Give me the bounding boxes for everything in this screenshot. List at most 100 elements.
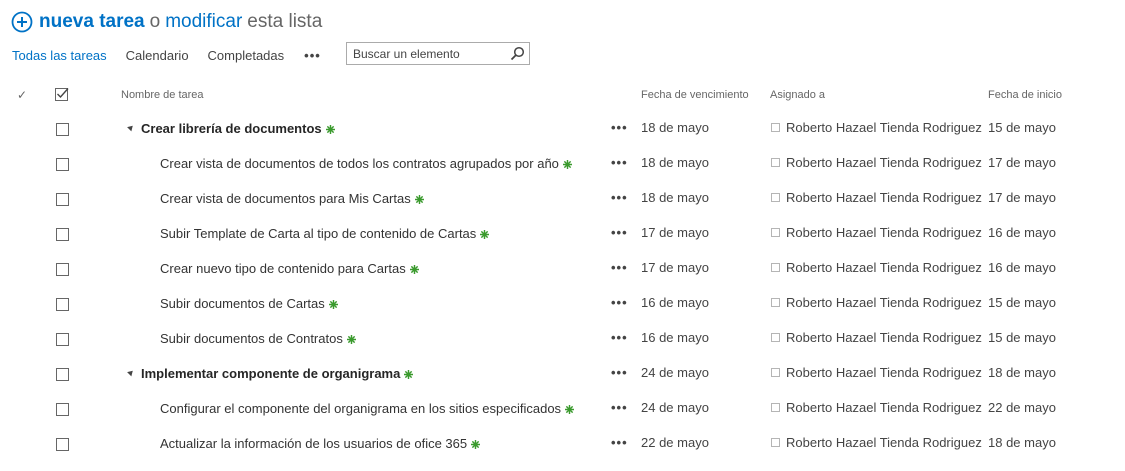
more-views-button[interactable]: ••• <box>304 48 321 63</box>
row-checkbox[interactable] <box>56 298 69 311</box>
start-date: 18 de mayo <box>988 365 1056 380</box>
assigned-user-link[interactable]: Roberto Hazael Tienda Rodriguez <box>786 190 982 205</box>
task-title-link[interactable]: Crear librería de documentos <box>141 121 335 136</box>
new-item-icon <box>471 440 481 450</box>
collapse-caret-icon[interactable] <box>127 368 135 377</box>
task-title-text[interactable]: Actualizar la información de los usuario… <box>160 436 467 451</box>
task-title-text[interactable]: Configurar el componente del organigrama… <box>160 401 561 416</box>
row-checkbox[interactable] <box>56 333 69 346</box>
item-menu-button[interactable]: ••• <box>611 120 628 135</box>
new-item-icon <box>325 125 335 135</box>
row-checkbox[interactable] <box>56 263 69 276</box>
assigned-user-link[interactable]: Roberto Hazael Tienda Rodriguez <box>786 330 982 345</box>
new-task-link[interactable]: nueva tarea <box>39 11 145 33</box>
start-date: 15 de mayo <box>988 120 1056 135</box>
due-date: 16 de mayo <box>641 295 709 310</box>
presence-icon <box>771 158 780 167</box>
due-date: 18 de mayo <box>641 190 709 205</box>
new-item-icon <box>346 335 356 345</box>
task-title-link[interactable]: Crear vista de documentos de todos los c… <box>160 156 572 171</box>
search-icon[interactable] <box>510 46 525 61</box>
task-row[interactable]: Crear nuevo tipo de contenido para Carta… <box>0 260 1125 295</box>
assigned-user-link[interactable]: Roberto Hazael Tienda Rodriguez <box>786 260 982 275</box>
row-checkbox[interactable] <box>56 158 69 171</box>
assigned-to: Roberto Hazael Tienda Rodriguez <box>771 295 982 310</box>
view-selector: Todas las tareas Calendario Completadas … <box>12 45 321 65</box>
task-title-link[interactable]: Implementar componente de organigrama <box>141 366 414 381</box>
task-title-text[interactable]: Crear librería de documentos <box>141 121 322 136</box>
assigned-user-link[interactable]: Roberto Hazael Tienda Rodriguez <box>786 400 982 415</box>
assigned-user-link[interactable]: Roberto Hazael Tienda Rodriguez <box>786 435 982 450</box>
row-checkbox[interactable] <box>56 403 69 416</box>
column-header-assigned[interactable]: Asignado a <box>770 89 825 101</box>
assigned-user-link[interactable]: Roberto Hazael Tienda Rodriguez <box>786 155 982 170</box>
presence-icon <box>771 368 780 377</box>
due-date: 24 de mayo <box>641 365 709 380</box>
tab-calendar[interactable]: Calendario <box>126 48 189 63</box>
assigned-to: Roberto Hazael Tienda Rodriguez <box>771 225 982 240</box>
assigned-user-link[interactable]: Roberto Hazael Tienda Rodriguez <box>786 120 982 135</box>
item-menu-button[interactable]: ••• <box>611 330 628 345</box>
task-title-text[interactable]: Implementar componente de organigrama <box>141 366 400 381</box>
task-title-text[interactable]: Crear vista de documentos de todos los c… <box>160 156 559 171</box>
task-title-link[interactable]: Actualizar la información de los usuario… <box>160 436 481 451</box>
task-row[interactable]: Crear vista de documentos de todos los c… <box>0 155 1125 190</box>
task-title-link[interactable]: Crear nuevo tipo de contenido para Carta… <box>160 261 419 276</box>
presence-icon <box>771 263 780 272</box>
item-menu-button[interactable]: ••• <box>611 225 628 240</box>
task-title-text[interactable]: Subir documentos de Cartas <box>160 296 325 311</box>
row-checkbox[interactable] <box>56 228 69 241</box>
task-row[interactable]: Implementar componente de organigrama •••… <box>0 365 1125 400</box>
task-row[interactable]: Subir documentos de Contratos ••• 16 de ma… <box>0 330 1125 365</box>
presence-icon <box>771 403 780 412</box>
task-title-text[interactable]: Subir Template de Carta al tipo de conte… <box>160 226 476 241</box>
new-item-icon <box>414 195 424 205</box>
item-menu-button[interactable]: ••• <box>611 260 628 275</box>
due-date: 17 de mayo <box>641 225 709 240</box>
task-title-link[interactable]: Subir Template de Carta al tipo de conte… <box>160 226 490 241</box>
column-header-start[interactable]: Fecha de inicio <box>988 89 1062 101</box>
tab-all-tasks[interactable]: Todas las tareas <box>12 48 107 63</box>
select-all-checkbox[interactable] <box>55 87 70 102</box>
assigned-user-link[interactable]: Roberto Hazael Tienda Rodriguez <box>786 295 982 310</box>
task-title-text[interactable]: Crear nuevo tipo de contenido para Carta… <box>160 261 406 276</box>
task-title-text[interactable]: Crear vista de documentos para Mis Carta… <box>160 191 411 206</box>
new-item-icon <box>562 160 572 170</box>
assigned-user-link[interactable]: Roberto Hazael Tienda Rodriguez <box>786 365 982 380</box>
presence-icon <box>771 123 780 132</box>
tab-completed[interactable]: Completadas <box>208 48 285 63</box>
header-or-text: o <box>149 11 161 32</box>
collapse-caret-icon[interactable] <box>127 123 135 132</box>
search-input[interactable] <box>347 43 503 64</box>
assigned-to: Roberto Hazael Tienda Rodriguez <box>771 190 982 205</box>
task-row[interactable]: Subir Template de Carta al tipo de conte… <box>0 225 1125 260</box>
row-checkbox[interactable] <box>56 123 69 136</box>
task-title-link[interactable]: Configurar el componente del organigrama… <box>160 401 575 416</box>
item-menu-button[interactable]: ••• <box>611 365 628 380</box>
item-menu-button[interactable]: ••• <box>611 435 628 450</box>
add-circle-icon[interactable] <box>11 11 33 33</box>
assigned-to: Roberto Hazael Tienda Rodriguez <box>771 260 982 275</box>
row-checkbox[interactable] <box>56 368 69 381</box>
item-menu-button[interactable]: ••• <box>611 190 628 205</box>
new-item-icon <box>328 300 338 310</box>
task-title-link[interactable]: Subir documentos de Cartas <box>160 296 338 311</box>
item-menu-button[interactable]: ••• <box>611 400 628 415</box>
item-menu-button[interactable]: ••• <box>611 155 628 170</box>
task-row[interactable]: Subir documentos de Cartas ••• 16 de mayo R… <box>0 295 1125 330</box>
modify-list-link[interactable]: modificar <box>165 11 242 33</box>
row-checkbox[interactable] <box>56 438 69 451</box>
task-row[interactable]: Actualizar la información de los usuario… <box>0 435 1125 470</box>
task-row[interactable]: Configurar el componente del organigrama… <box>0 400 1125 435</box>
item-menu-button[interactable]: ••• <box>611 295 628 310</box>
column-header-title[interactable]: Nombre de tarea <box>121 89 204 101</box>
due-date: 22 de mayo <box>641 435 709 450</box>
assigned-user-link[interactable]: Roberto Hazael Tienda Rodriguez <box>786 225 982 240</box>
task-row[interactable]: Crear librería de documentos ••• 18 de may… <box>0 120 1125 155</box>
task-title-link[interactable]: Crear vista de documentos para Mis Carta… <box>160 191 424 206</box>
row-checkbox[interactable] <box>56 193 69 206</box>
task-row[interactable]: Crear vista de documentos para Mis Carta… <box>0 190 1125 225</box>
task-title-link[interactable]: Subir documentos de Contratos <box>160 331 356 346</box>
column-header-due[interactable]: Fecha de vencimiento <box>641 89 749 101</box>
task-title-text[interactable]: Subir documentos de Contratos <box>160 331 343 346</box>
